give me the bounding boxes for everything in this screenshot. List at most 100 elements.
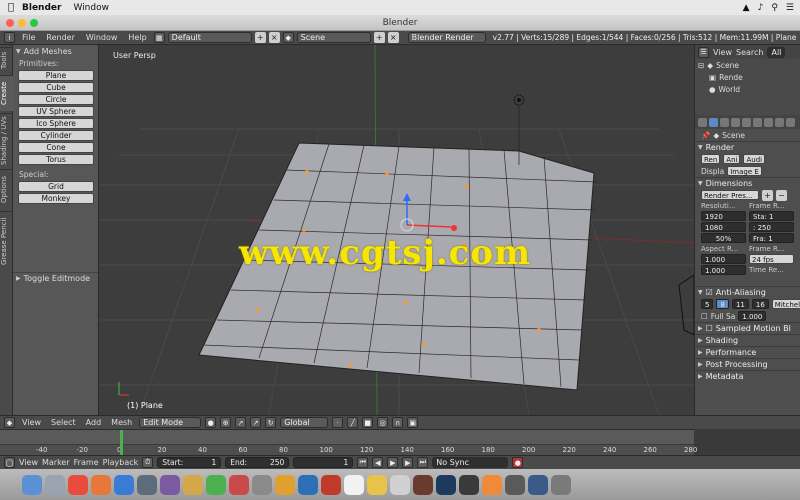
render-audio-button[interactable]: Audi xyxy=(743,154,766,164)
next-keyframe-icon[interactable]: ▶ xyxy=(402,457,414,468)
render-image-button[interactable]: Ren xyxy=(701,154,721,164)
tab-shading-uvs[interactable]: Shading / UVs xyxy=(0,113,13,167)
render-layers-tab-icon[interactable] xyxy=(720,117,729,127)
safari-icon[interactable] xyxy=(114,474,134,495)
jump-start-icon[interactable]: ⏮ xyxy=(357,457,369,468)
close-window-icon[interactable] xyxy=(6,19,14,27)
pin-icon[interactable]: 📌 xyxy=(701,131,710,140)
render-animation-button[interactable]: Ani xyxy=(723,154,741,164)
start-frame-prop-field[interactable]: Sta: 1 xyxy=(749,211,794,221)
anti-aliasing-panel-header[interactable]: ▼ ☑ Anti-Aliasing xyxy=(695,286,800,298)
dimensions-panel-header[interactable]: ▼ Dimensions xyxy=(695,177,800,189)
object-tab-icon[interactable] xyxy=(753,117,762,127)
manipulator-icon[interactable]: ➚ xyxy=(235,417,247,428)
shading-mode-icon[interactable]: ● xyxy=(205,417,217,428)
tab-options[interactable]: Options xyxy=(0,169,13,209)
zoom-window-icon[interactable] xyxy=(30,19,38,27)
add-ico-sphere-button[interactable]: Ico Sphere xyxy=(18,118,94,129)
resolution-x-field[interactable]: 1920 xyxy=(701,211,746,221)
app-icon[interactable] xyxy=(344,474,364,495)
current-frame-field[interactable]: 1 xyxy=(293,457,354,468)
app-icon[interactable] xyxy=(275,474,295,495)
photoshop-icon[interactable] xyxy=(436,474,456,495)
tab-create[interactable]: Create xyxy=(0,75,13,111)
app-icon[interactable] xyxy=(298,474,318,495)
menu-render[interactable]: Render xyxy=(42,33,78,42)
render-engine-selector[interactable]: Blender Render xyxy=(407,32,486,43)
add-meshes-panel-header[interactable]: ▼ Add Meshes xyxy=(13,45,98,57)
menubar-app-name[interactable]: Blender xyxy=(22,3,61,13)
scene-selector[interactable]: Scene xyxy=(296,32,371,43)
properties-editor-icon[interactable] xyxy=(698,117,707,127)
layout-selector[interactable]: Default xyxy=(167,32,252,43)
vertex-select-icon[interactable]: · xyxy=(332,417,344,428)
remove-scene-button[interactable]: × xyxy=(387,32,399,43)
data-tab-icon[interactable] xyxy=(775,117,784,127)
aa-samples-11[interactable]: 11 xyxy=(731,299,749,309)
app-icon[interactable] xyxy=(137,474,157,495)
proportional-edit-icon[interactable]: ◎ xyxy=(377,417,389,428)
wifi-icon[interactable]: ▲ xyxy=(743,3,750,13)
app-icon[interactable] xyxy=(160,474,180,495)
add-cone-button[interactable]: Cone xyxy=(18,142,94,153)
viewport-menu-view[interactable]: View xyxy=(19,418,44,427)
edge-select-icon[interactable]: ╱ xyxy=(347,417,359,428)
timeline-menu-marker[interactable]: Marker xyxy=(42,458,70,467)
app-icon[interactable] xyxy=(183,474,203,495)
outliner-filter-selector[interactable]: All xyxy=(767,46,786,58)
layout-grid-icon[interactable]: ▦ xyxy=(153,32,165,43)
minimize-window-icon[interactable] xyxy=(18,19,26,27)
translate-icon[interactable]: ↗ xyxy=(250,417,262,428)
app-icon[interactable] xyxy=(390,474,410,495)
scene-icon[interactable]: ◆ xyxy=(282,32,294,43)
render-panel-header[interactable]: ▼ Render xyxy=(695,141,800,153)
tab-grease-pencil[interactable]: Grease Pencil xyxy=(0,211,13,271)
app-icon[interactable] xyxy=(459,474,479,495)
toggle-editmode-panel-header[interactable]: ▶ Toggle Editmode xyxy=(13,272,98,284)
collapse-icon[interactable]: ⊟ xyxy=(698,61,704,70)
aa-samples-16[interactable]: 16 xyxy=(751,299,769,309)
aspect-y-field[interactable]: 1.000 xyxy=(701,265,746,275)
play-icon[interactable]: ▶ xyxy=(387,457,399,468)
jump-end-icon[interactable]: ⏭ xyxy=(417,457,429,468)
scene-tab-icon[interactable] xyxy=(731,117,740,127)
record-icon[interactable]: ● xyxy=(512,457,524,468)
full-sample-checkbox[interactable]: ☐ xyxy=(701,312,708,321)
aspect-x-field[interactable]: 1.000 xyxy=(701,254,746,264)
remove-layout-button[interactable]: × xyxy=(268,32,280,43)
viewport-canvas[interactable] xyxy=(99,45,694,415)
add-cube-button[interactable]: Cube xyxy=(18,82,94,93)
menu-help[interactable]: Help xyxy=(124,33,150,42)
timeline-menu-view[interactable]: View xyxy=(19,458,38,467)
end-frame-field[interactable]: End: 250 xyxy=(225,457,290,468)
performance-panel-header[interactable]: ▶ Performance xyxy=(695,346,800,358)
anti-aliasing-checkbox[interactable]: ☑ xyxy=(706,288,713,297)
timeline-editor[interactable]: -40-200204060801001201401601802002202402… xyxy=(0,429,697,456)
camera-object[interactable] xyxy=(678,274,694,336)
chrome-icon[interactable] xyxy=(68,474,88,495)
add-cylinder-button[interactable]: Cylinder xyxy=(18,130,94,141)
add-grid-button[interactable]: Grid xyxy=(18,181,94,192)
outliner-menu-search[interactable]: Search xyxy=(736,48,763,57)
aa-samples-5[interactable]: 5 xyxy=(701,299,714,309)
timeline-editor-icon[interactable]: ◯ xyxy=(4,457,15,468)
blender-icon[interactable] xyxy=(482,474,502,495)
pivot-point-icon[interactable]: ⊕ xyxy=(220,417,232,428)
timeline-menu-frame[interactable]: Frame xyxy=(74,458,99,467)
tab-tools[interactable]: Tools xyxy=(0,47,13,73)
add-circle-button[interactable]: Circle xyxy=(18,94,94,105)
sampled-motion-blur-checkbox[interactable]: ☐ xyxy=(706,324,713,333)
menu-file[interactable]: File xyxy=(18,33,39,42)
render-tab-icon[interactable] xyxy=(709,117,718,127)
3d-view-editor-icon[interactable]: ◆ xyxy=(4,417,15,428)
outliner-menu-view[interactable]: View xyxy=(713,48,732,57)
add-torus-button[interactable]: Torus xyxy=(18,154,94,165)
list-icon[interactable]: ☰ xyxy=(786,3,794,13)
trash-icon[interactable] xyxy=(551,474,571,495)
post-processing-panel-header[interactable]: ▶ Post Processing xyxy=(695,358,800,370)
mode-selector[interactable]: Edit Mode xyxy=(139,417,202,428)
menubar-window[interactable]: Window xyxy=(73,3,109,13)
aa-samples-8[interactable]: 8 xyxy=(716,299,729,309)
render-preview-icon[interactable]: ▣ xyxy=(407,417,419,428)
aa-filter-selector[interactable]: Mitchell- xyxy=(771,299,800,309)
